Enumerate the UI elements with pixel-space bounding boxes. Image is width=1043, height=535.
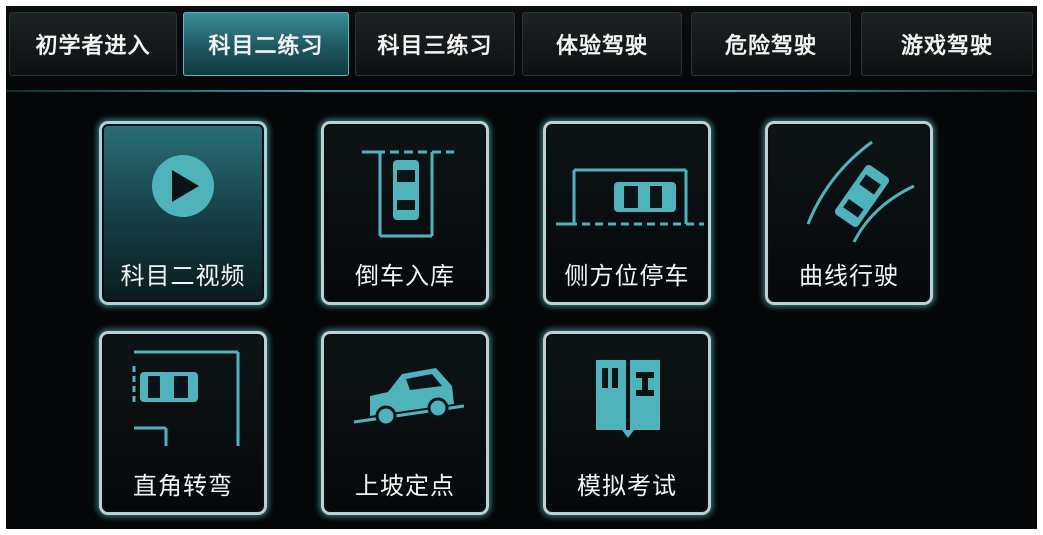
tab-bar: 初学者进入 科目二练习 科目三练习 体验驾驶 危险驾驶 游戏驾驶 [6, 6, 1037, 84]
tab-divider [6, 90, 1037, 92]
tab-beginner[interactable]: 初学者进入 [9, 12, 177, 76]
tab-experience-driving[interactable]: 体验驾驶 [522, 12, 682, 76]
tile-label: 侧方位停车 [564, 262, 690, 290]
tab-subject-three[interactable]: 科目三练习 [355, 12, 515, 76]
tile-subject-two-video[interactable]: 科目二视频 [99, 121, 267, 305]
tile-label: 模拟考试 [577, 472, 677, 500]
reverse-parking-icon [362, 150, 454, 238]
parallel-parking-icon [556, 168, 704, 226]
tile-parallel-parking[interactable]: 侧方位停车 [543, 121, 711, 305]
tile-label: 科目二视频 [120, 262, 246, 290]
tab-subject-two[interactable]: 科目二练习 [183, 12, 349, 76]
tile-label: 倒车入库 [355, 262, 455, 290]
tile-hill-start[interactable]: 上坡定点 [321, 331, 489, 515]
tile-label: 曲线行驶 [799, 262, 899, 290]
tile-label: 上坡定点 [355, 472, 455, 500]
tile-label: 直角转弯 [133, 472, 233, 500]
tile-right-angle-turn[interactable]: 直角转弯 [99, 331, 267, 515]
tab-game-driving[interactable]: 游戏驾驶 [861, 12, 1033, 76]
curve-driving-icon [806, 140, 915, 243]
tile-reverse-parking[interactable]: 倒车入库 [321, 121, 489, 305]
play-icon [152, 155, 214, 217]
right-angle-turn-icon [132, 350, 240, 446]
tile-curve-driving[interactable]: 曲线行驶 [765, 121, 933, 305]
tab-dangerous-driving[interactable]: 危险驾驶 [691, 12, 851, 76]
tile-mock-exam[interactable]: 模拟考试 [543, 331, 711, 515]
mock-exam-icon [596, 360, 660, 438]
app-screen: 初学者进入 科目二练习 科目三练习 体验驾驶 危险驾驶 游戏驾驶 科目二视频 倒… [6, 6, 1037, 529]
hill-start-icon [353, 368, 465, 427]
